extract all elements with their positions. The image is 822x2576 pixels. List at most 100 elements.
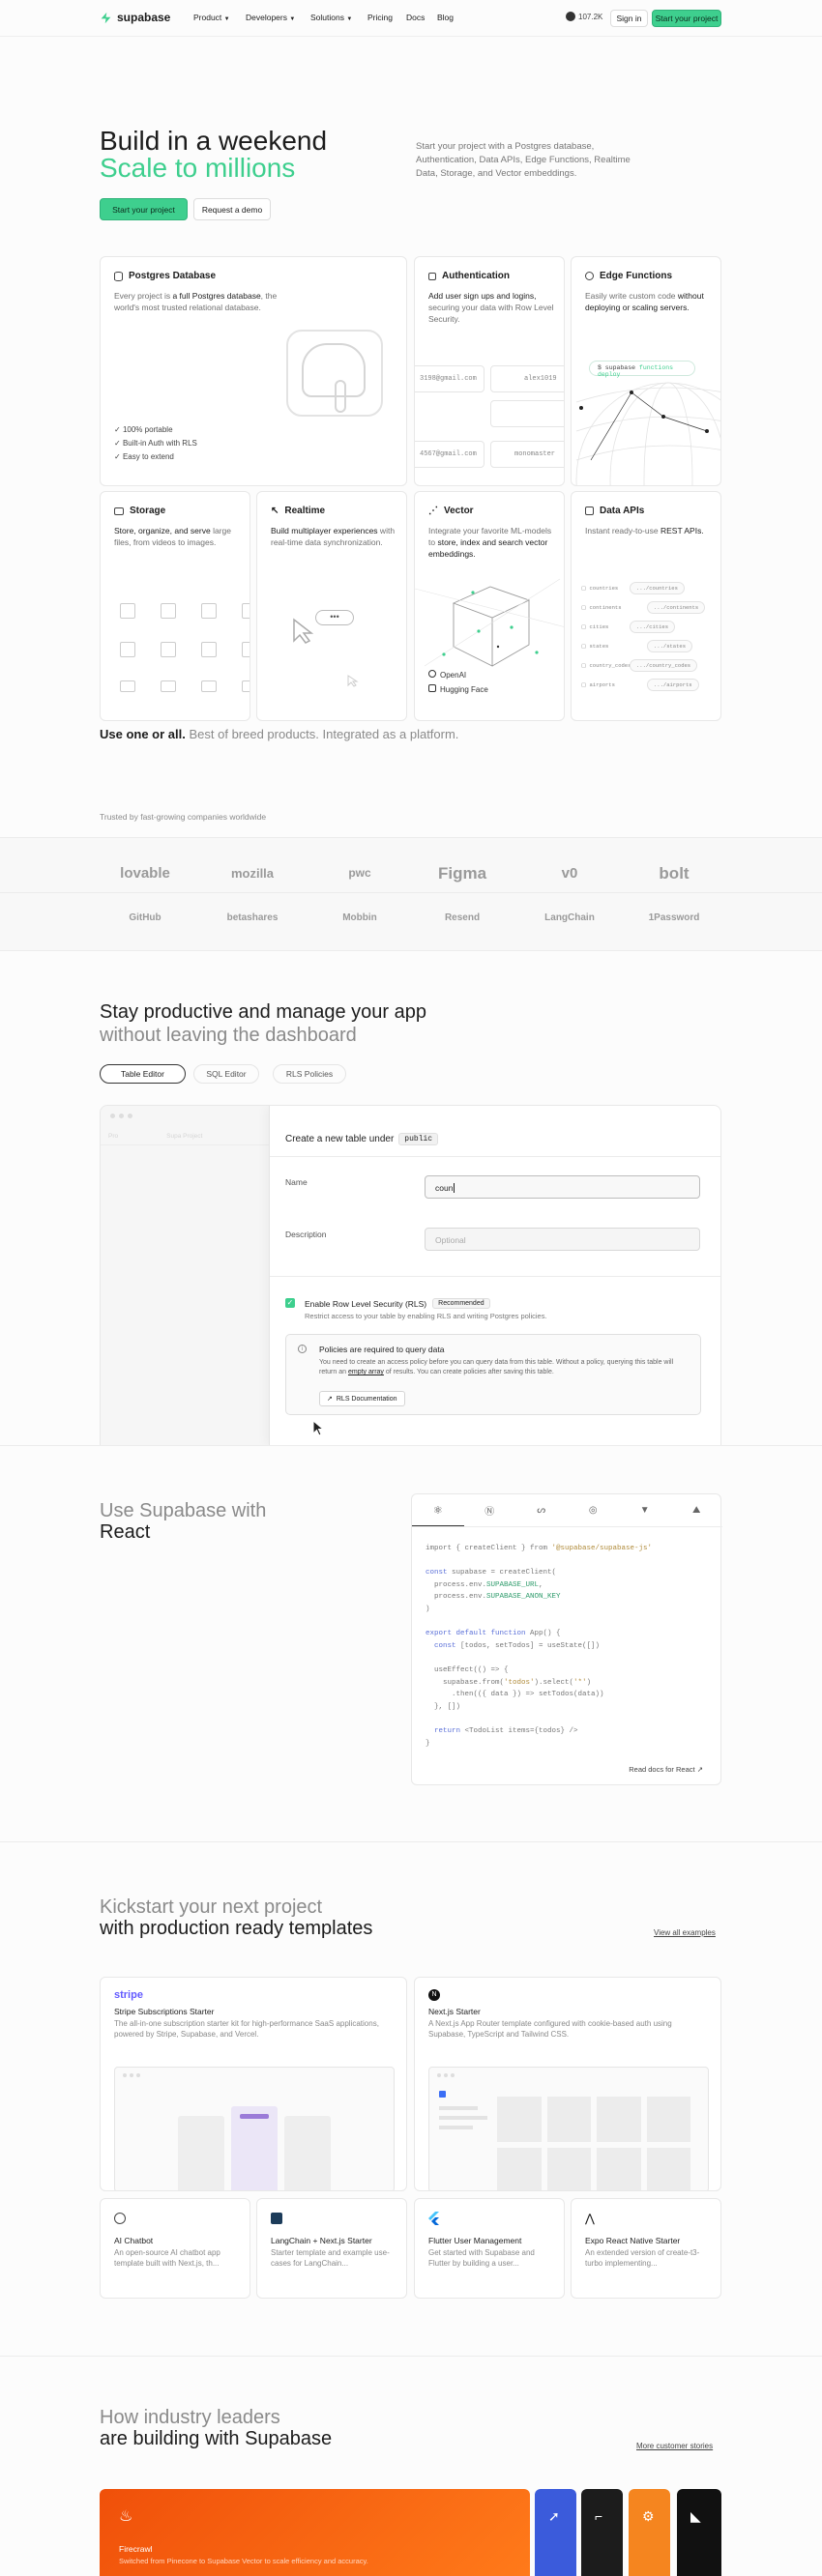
code-line: .then(({ data }) => setTodos(data)) xyxy=(426,1691,604,1699)
start-project-nav-button[interactable]: Start your project xyxy=(652,10,721,27)
text-cursor xyxy=(454,1183,455,1193)
read-docs-link[interactable]: Read docs for React ↗ xyxy=(629,1765,703,1774)
globe-icon xyxy=(585,272,594,280)
tab-sql-editor[interactable]: SQL Editor xyxy=(193,1064,259,1084)
template-preview xyxy=(114,2067,395,2190)
company-logo: bolt xyxy=(659,863,690,883)
document-file-icon xyxy=(201,642,217,657)
story-thumb-2[interactable]: ⌐ xyxy=(581,2489,623,2576)
hero-description: Start your project with a Postgres datab… xyxy=(416,141,631,179)
dashboard-window: Pro Supa Project Create a new table under… xyxy=(100,1105,721,1445)
name-input[interactable]: coun xyxy=(425,1175,700,1199)
description-label: Description xyxy=(285,1230,327,1239)
info-icon: i xyxy=(298,1345,307,1353)
flutter-icon xyxy=(428,2212,439,2225)
rls-docs-button[interactable]: ↗ RLS Documentation xyxy=(319,1391,405,1406)
video-file-icon xyxy=(120,680,135,692)
card-desc: Store, organize, and serve large files, … xyxy=(114,526,231,547)
langchain-icon xyxy=(271,2213,282,2224)
top-nav: supabase Product ▼ Developers ▼ Solution… xyxy=(0,0,822,37)
github-icon xyxy=(566,12,575,21)
chevron-down-icon: ▼ xyxy=(289,16,296,22)
auth-card[interactable]: Authentication Add user sign ups and log… xyxy=(414,256,565,486)
template-card-ai-chatbot[interactable]: AI Chatbot An open-source AI chatbot app… xyxy=(100,2198,250,2299)
vue-icon[interactable]: ▼ xyxy=(619,1494,671,1526)
endpoint-chip: .../countries xyxy=(630,582,685,594)
template-card-expo[interactable]: ⋀ Expo React Native Starter An extended … xyxy=(571,2198,721,2299)
endpoint-chip: .../cities xyxy=(630,621,676,633)
window-dots xyxy=(110,1114,132,1118)
template-card-langchain[interactable]: LangChain + Next.js Starter Starter temp… xyxy=(256,2198,407,2299)
template-card-flutter[interactable]: Flutter User Management Get started with… xyxy=(414,2198,565,2299)
email-chip: 4567@gmail.com xyxy=(415,441,484,468)
image-file-icon xyxy=(120,603,135,619)
deploy-command: $ supabase functions deploy xyxy=(589,361,695,378)
endpoint-chip: .../states xyxy=(647,640,693,652)
nuxt-icon[interactable]: ⛰ xyxy=(671,1494,723,1526)
vector-card[interactable]: ⋰ Vector Integrate your favorite ML-model… xyxy=(414,491,565,721)
svelte-icon[interactable]: ᔕ xyxy=(515,1494,568,1526)
nextjs-icon[interactable]: Ⓝ xyxy=(464,1494,516,1526)
templates-title-1: Kickstart your next project xyxy=(100,1896,323,1918)
logos-band xyxy=(0,837,822,951)
frameworks-title-1: Use Supabase with xyxy=(100,1500,267,1521)
angular-icon[interactable]: ◎ xyxy=(568,1494,620,1526)
template-desc: A Next.js App Router template configured… xyxy=(428,2019,672,2039)
story-thumb-1[interactable]: ➚ xyxy=(535,2489,576,2576)
template-name: Flutter User Management xyxy=(428,2236,522,2245)
api-row: ▢ states .../states xyxy=(581,639,717,654)
rls-checkbox[interactable]: ✓ xyxy=(285,1298,295,1308)
tab-rls-policies[interactable]: RLS Policies xyxy=(273,1064,346,1084)
table-name: ▢ continents xyxy=(581,604,622,611)
nav-product[interactable]: Product ▼ xyxy=(193,13,230,22)
edge-functions-card[interactable]: Edge Functions Easily write custom code … xyxy=(571,256,721,486)
data-apis-card[interactable]: Data APIs Instant ready-to-use REST APIs… xyxy=(571,491,721,721)
customer-story-card[interactable]: ♨ Firecrawl Switched from Pinecone to Su… xyxy=(100,2489,530,2576)
company-logo: Mobbin xyxy=(342,912,377,923)
check-icon: ✓ xyxy=(114,425,121,434)
stripe-logo-icon: stripe xyxy=(114,1989,143,2001)
nav-solutions[interactable]: Solutions ▼ xyxy=(310,13,352,22)
nav-blog[interactable]: Blog xyxy=(437,13,454,22)
hugging-face-icon xyxy=(428,684,436,692)
storage-card[interactable]: Storage Store, organize, and serve large… xyxy=(100,491,250,721)
table-name: ▢ countries xyxy=(581,585,619,592)
nav-pricing[interactable]: Pricing xyxy=(367,13,393,22)
sign-in-button[interactable]: Sign in xyxy=(610,10,648,27)
view-all-examples-link[interactable]: View all examples xyxy=(654,1928,716,1937)
more-stories-link[interactable]: More customer stories xyxy=(636,2442,713,2450)
react-icon[interactable]: ⚛ xyxy=(412,1494,464,1526)
brand-logo[interactable]: supabase xyxy=(100,11,170,24)
realtime-card[interactable]: ↖ Realtime Build multiplayer experiences … xyxy=(256,491,407,721)
story-thumb-4[interactable]: ◣ xyxy=(677,2489,721,2576)
code-line: process.env.SUPABASE_ANON_KEY xyxy=(426,1593,561,1602)
code-line: const [todos, setTodos] = useState([]) xyxy=(426,1641,601,1650)
template-card-nextjs[interactable]: N Next.js Starter A Next.js App Router t… xyxy=(414,1977,721,2191)
code-line: const supabase = createClient( xyxy=(426,1569,557,1577)
dashboard-title-1: Stay productive and manage your app xyxy=(100,1001,426,1023)
postgres-card[interactable]: Postgres Database Every project is a ful… xyxy=(100,256,407,486)
globe-map-icon xyxy=(575,382,720,485)
tab-table-editor[interactable]: Table Editor xyxy=(100,1064,186,1084)
check-icon: ✓ xyxy=(114,452,121,461)
request-demo-button[interactable]: Request a demo xyxy=(193,198,271,220)
code-line: return <TodoList items={todos} /> xyxy=(426,1726,578,1735)
github-stars[interactable]: 107.2K xyxy=(566,12,602,21)
folder-icon xyxy=(114,507,124,515)
openai-icon xyxy=(114,2213,126,2224)
company-logo: pwc xyxy=(348,866,371,880)
start-project-button[interactable]: Start your project xyxy=(100,198,188,220)
arrow-up-right-icon: ↗ xyxy=(696,1765,703,1774)
check-item: ✓ 100% portable xyxy=(114,425,173,434)
nav-developers[interactable]: Developers ▼ xyxy=(246,13,295,22)
nav-docs[interactable]: Docs xyxy=(406,13,425,22)
template-card-stripe[interactable]: stripe Stripe Subscriptions Starter The … xyxy=(100,1977,407,2191)
providers: OpenAI Hugging Face xyxy=(428,668,488,697)
gear-icon: ⚙ xyxy=(642,2508,655,2524)
description-input[interactable]: Optional xyxy=(425,1228,700,1251)
lock-icon xyxy=(428,272,436,280)
template-desc: An extended version of create-t3-turbo i… xyxy=(585,2248,700,2268)
story-thumb-3[interactable]: ⚙ xyxy=(629,2489,670,2576)
code-line: }, []) xyxy=(426,1702,461,1711)
card-desc: Add user sign ups and logins, securing y… xyxy=(428,291,554,324)
